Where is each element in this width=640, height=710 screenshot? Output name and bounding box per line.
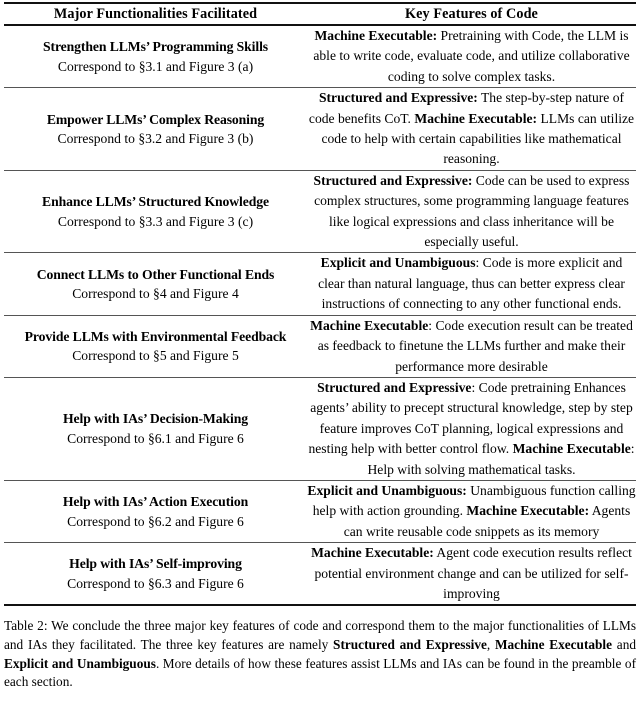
- functionality-title: Empower LLMs’ Complex Reasoning: [46, 111, 265, 127]
- table-caption: Table 2: We conclude the three major key…: [4, 606, 636, 691]
- table-body: Strengthen LLMs’ Programming Skills Corre…: [4, 24, 636, 604]
- functionality-cell-enhance-structured-knowledge: Enhance LLMs’ Structured Knowledge Corres…: [4, 171, 307, 253]
- functionality-cell-help-self-improving: Help with IAs’ Self-improving Correspond …: [4, 543, 307, 604]
- key-feature-cell-enhance-structured-knowledge: Structured and Expressive: Code can be u…: [307, 171, 636, 253]
- key-feature-cell-help-action-execution: Explicit and Unambiguous: Unambiguous fu…: [307, 481, 636, 542]
- functionality-section-reference: Correspond to §3.3 and Figure 3 (c): [57, 213, 254, 229]
- functionality-cell-strengthen-programming-skills: Strengthen LLMs’ Programming Skills Corre…: [4, 26, 307, 87]
- paper-table-figure: Major Functionalities Facilitated Key Fe…: [0, 2, 640, 710]
- functionality-section-reference: Correspond to §5 and Figure 5: [72, 348, 239, 364]
- key-feature-cell-help-self-improving: Machine Executable: Agent code execution…: [307, 543, 636, 604]
- key-feature-label: Structured and Expressive:: [318, 90, 478, 106]
- functionality-cell-help-action-execution: Help with IAs’ Action Execution Correspon…: [4, 481, 307, 542]
- functionality-section-reference: Correspond to §6.3 and Figure 6: [67, 575, 244, 591]
- table-row: Enhance LLMs’ Structured Knowledge Corres…: [4, 171, 636, 253]
- key-feature-label: Machine Executable:: [314, 28, 438, 43]
- functionality-title: Help with IAs’ Self-improving: [69, 556, 242, 572]
- key-feature-label: Machine Executable: [310, 317, 429, 333]
- table-row: Strengthen LLMs’ Programming Skills Corre…: [4, 26, 636, 87]
- column-header-major-functionalities: Major Functionalities Facilitated: [53, 6, 258, 22]
- functionality-section-reference: Correspond to §6.1 and Figure 6: [67, 430, 244, 446]
- functionality-title: Help with IAs’ Decision-Making: [63, 411, 248, 427]
- table-row: Help with IAs’ Self-improving Correspond …: [4, 543, 636, 604]
- functionality-cell-connect-to-other-functional-ends: Connect LLMs to Other Functional Ends Cor…: [4, 253, 307, 314]
- key-feature-label: Explicit and Unambiguous: [320, 255, 476, 271]
- functionality-section-reference: Correspond to §4 and Figure 4: [72, 286, 239, 302]
- key-feature-label: Machine Executable:: [466, 503, 590, 519]
- table-row: Help with IAs’ Decision-Making Correspond…: [4, 378, 636, 480]
- key-feature-label: Explicit and Unambiguous:: [307, 482, 467, 498]
- key-feature-label: Machine Executable: [512, 441, 631, 457]
- functionality-cell-empower-complex-reasoning: Empower LLMs’ Complex Reasoning Correspon…: [4, 88, 307, 170]
- key-feature-cell-connect-to-other-functional-ends: Explicit and Unambiguous: Code is more e…: [307, 253, 636, 314]
- key-feature-label: Explicit and Unambiguous: [4, 655, 156, 671]
- functionality-section-reference: Correspond to §3.1 and Figure 3 (a): [57, 58, 254, 74]
- functionality-title: Help with IAs’ Action Execution: [62, 494, 249, 510]
- key-feature-label: Machine Executable:: [311, 545, 434, 561]
- key-feature-label: Machine Executable: [494, 636, 613, 652]
- table-row: Provide LLMs with Environmental Feedback…: [4, 316, 636, 377]
- functionality-title: Strengthen LLMs’ Programming Skills: [42, 39, 269, 55]
- description-text: ,: [486, 636, 495, 652]
- functionality-section-reference: Correspond to §3.2 and Figure 3 (b): [57, 131, 254, 147]
- description-text: and: [612, 636, 636, 652]
- key-feature-label: Structured and Expressive:: [313, 172, 473, 188]
- functionality-section-reference: Correspond to §6.2 and Figure 6: [67, 513, 244, 529]
- table-header-row: Major Functionalities Facilitated Key Fe…: [4, 4, 636, 24]
- functionality-cell-provide-environmental-feedback: Provide LLMs with Environmental Feedback…: [4, 316, 307, 377]
- table-row: Connect LLMs to Other Functional Ends Cor…: [4, 253, 636, 314]
- column-header-key-features: Key Features of Code: [405, 6, 538, 22]
- key-feature-cell-help-decision-making: Structured and Expressive: Code pretrain…: [307, 378, 636, 480]
- functionality-title: Provide LLMs with Environmental Feedback: [24, 328, 287, 344]
- key-feature-label: Machine Executable:: [414, 110, 538, 126]
- functionality-title: Connect LLMs to Other Functional Ends: [36, 266, 275, 282]
- functionality-cell-help-decision-making: Help with IAs’ Decision-Making Correspond…: [4, 378, 307, 480]
- table-row: Empower LLMs’ Complex Reasoning Correspon…: [4, 88, 636, 170]
- key-feature-label: Structured and Expressive: [317, 379, 472, 395]
- key-feature-cell-provide-environmental-feedback: Machine Executable: Code execution resul…: [307, 316, 636, 377]
- table-row: Help with IAs’ Action Execution Correspon…: [4, 481, 636, 542]
- key-features-table: Major Functionalities Facilitated Key Fe…: [4, 4, 636, 604]
- table-header: Major Functionalities Facilitated Key Fe…: [4, 4, 636, 24]
- key-feature-label: Structured and Expressive: [333, 636, 487, 652]
- key-feature-cell-empower-complex-reasoning: Structured and Expressive: The step-by-s…: [307, 88, 636, 170]
- functionality-title: Enhance LLMs’ Structured Knowledge: [42, 194, 269, 210]
- key-feature-cell-strengthen-programming-skills: Machine Executable: Pretraining with Cod…: [307, 26, 636, 87]
